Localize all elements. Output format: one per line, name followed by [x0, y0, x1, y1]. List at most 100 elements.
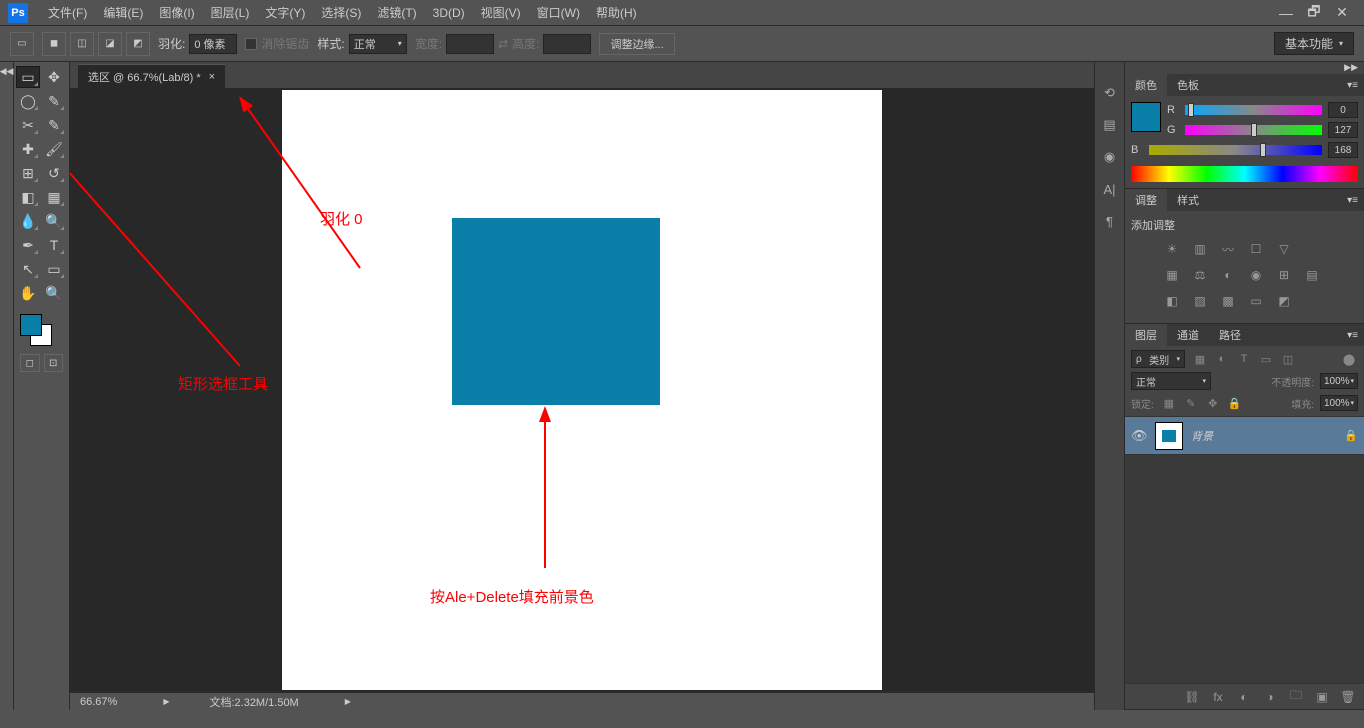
filter-shape-icon[interactable]: ▭: [1257, 350, 1275, 368]
quickmask-mode-icon[interactable]: ⊡: [44, 354, 64, 372]
gradient-map-icon[interactable]: ▭: [1245, 291, 1267, 311]
document-tab[interactable]: 选区 @ 66.7%(Lab/8) * ×: [78, 64, 225, 88]
eyedropper-tool[interactable]: ✎: [42, 114, 66, 136]
blend-mode-select[interactable]: 正常: [1131, 372, 1211, 390]
layer-name[interactable]: 背景: [1191, 428, 1213, 444]
balance-icon[interactable]: ⚖: [1189, 265, 1211, 285]
shape-tool[interactable]: ▭: [42, 258, 66, 280]
tab-styles[interactable]: 样式: [1167, 189, 1209, 211]
brightness-icon[interactable]: ☀: [1161, 239, 1183, 259]
selection-intersect-icon[interactable]: ◩: [126, 32, 150, 56]
close-icon[interactable]: ✕: [1328, 4, 1356, 21]
selective-color-icon[interactable]: ◩: [1273, 291, 1295, 311]
levels-icon[interactable]: ▥: [1189, 239, 1211, 259]
toolbar-collapse[interactable]: ◀◀: [0, 62, 14, 710]
tab-adjustments[interactable]: 调整: [1125, 189, 1167, 211]
tab-layers[interactable]: 图层: [1125, 324, 1167, 346]
layer-mask-icon[interactable]: ◐: [1234, 687, 1254, 707]
menu-view[interactable]: 视图(V): [473, 4, 529, 21]
type-tool[interactable]: T: [42, 234, 66, 256]
b-slider[interactable]: [1149, 145, 1322, 155]
layer-row[interactable]: 👁 背景 🔒: [1125, 417, 1364, 455]
filter-smart-icon[interactable]: ◫: [1279, 350, 1297, 368]
doc-info-menu-icon[interactable]: ▶: [345, 697, 351, 706]
fill-value[interactable]: 100%: [1320, 395, 1358, 411]
crop-tool[interactable]: ✂: [16, 114, 40, 136]
minimize-icon[interactable]: —: [1272, 5, 1300, 21]
standard-mode-icon[interactable]: ◻: [20, 354, 40, 372]
feather-input[interactable]: [189, 34, 237, 54]
menu-layer[interactable]: 图层(L): [203, 4, 258, 21]
layer-lock-icon[interactable]: 🔒: [1344, 429, 1358, 442]
canvas-viewport[interactable]: 羽化 0 按Ale+Delete填充前景色 矩形选框工具: [70, 88, 1094, 692]
g-slider[interactable]: [1185, 125, 1322, 135]
invert-icon[interactable]: ◧: [1161, 291, 1183, 311]
r-value[interactable]: 0: [1328, 102, 1358, 118]
doc-info[interactable]: 文档:2.32M/1.50M: [209, 694, 298, 710]
character-panel-icon[interactable]: A|: [1099, 178, 1121, 200]
healing-tool[interactable]: ✚: [16, 138, 40, 160]
menu-file[interactable]: 文件(F): [40, 4, 95, 21]
zoom-tool[interactable]: 🔍: [42, 282, 66, 304]
layers-panel-menu-icon[interactable]: ▾≡: [1341, 330, 1364, 341]
stamp-tool[interactable]: ⊞: [16, 162, 40, 184]
history-panel-icon[interactable]: ⟲: [1099, 82, 1121, 104]
threshold-icon[interactable]: ▩: [1217, 291, 1239, 311]
pen-tool[interactable]: ✒: [16, 234, 40, 256]
antialias-checkbox[interactable]: [245, 38, 257, 50]
dodge-tool[interactable]: 🔍: [42, 210, 66, 232]
lock-position-icon[interactable]: ✥: [1204, 394, 1222, 412]
selection-subtract-icon[interactable]: ◪: [98, 32, 122, 56]
maximize-icon[interactable]: 🗗: [1300, 1, 1328, 25]
zoom-level[interactable]: 66.67%: [80, 696, 117, 708]
zoom-menu-icon[interactable]: ▶: [163, 697, 169, 706]
menu-edit[interactable]: 编辑(E): [95, 4, 151, 21]
tab-paths[interactable]: 路径: [1209, 324, 1251, 346]
filter-type-icon[interactable]: T: [1235, 350, 1253, 368]
lasso-tool[interactable]: ◯: [16, 90, 40, 112]
lookup-icon[interactable]: ▤: [1301, 265, 1323, 285]
delete-layer-icon[interactable]: 🗑: [1338, 687, 1358, 707]
properties-panel-icon[interactable]: ▤: [1099, 114, 1121, 136]
color-spectrum[interactable]: [1131, 166, 1358, 182]
selection-new-icon[interactable]: ◼: [42, 32, 66, 56]
brush-panel-icon[interactable]: ◉: [1099, 146, 1121, 168]
layer-thumbnail[interactable]: [1155, 422, 1183, 450]
adjust-panel-menu-icon[interactable]: ▾≡: [1341, 195, 1364, 206]
group-layers-icon[interactable]: 🗀: [1286, 687, 1306, 707]
quick-select-tool[interactable]: ✎: [42, 90, 66, 112]
color-panel-menu-icon[interactable]: ▾≡: [1341, 80, 1364, 91]
filter-toggle-icon[interactable]: ⬤: [1340, 350, 1358, 368]
b-value[interactable]: 168: [1328, 142, 1358, 158]
style-select[interactable]: 正常: [349, 34, 407, 54]
adjustment-layer-icon[interactable]: ◑: [1260, 687, 1280, 707]
menu-3d[interactable]: 3D(D): [425, 6, 473, 20]
path-select-tool[interactable]: ↖: [16, 258, 40, 280]
link-layers-icon[interactable]: ⛓: [1182, 687, 1202, 707]
paragraph-panel-icon[interactable]: ¶: [1099, 210, 1121, 232]
menu-help[interactable]: 帮助(H): [588, 4, 645, 21]
canvas[interactable]: 羽化 0 按Ale+Delete填充前景色: [282, 90, 882, 690]
filter-adjust-icon[interactable]: ◐: [1213, 350, 1231, 368]
foreground-color-swatch[interactable]: [20, 314, 42, 336]
selection-add-icon[interactable]: ◫: [70, 32, 94, 56]
workspace-switcher[interactable]: 基本功能: [1274, 32, 1354, 55]
curves-icon[interactable]: 〰: [1217, 239, 1239, 259]
tab-channels[interactable]: 通道: [1167, 324, 1209, 346]
layer-visibility-icon[interactable]: 👁: [1131, 428, 1147, 444]
lock-all-icon[interactable]: 🔒: [1226, 394, 1244, 412]
brush-tool[interactable]: 🖌: [42, 138, 66, 160]
lock-transparent-icon[interactable]: ▦: [1160, 394, 1178, 412]
posterize-icon[interactable]: ▨: [1189, 291, 1211, 311]
photo-filter-icon[interactable]: ◉: [1245, 265, 1267, 285]
opacity-value[interactable]: 100%: [1320, 373, 1358, 389]
r-slider[interactable]: [1185, 105, 1322, 115]
lock-pixels-icon[interactable]: ✎: [1182, 394, 1200, 412]
layer-filter-select[interactable]: ρ 类别: [1131, 350, 1185, 368]
exposure-icon[interactable]: ☐: [1245, 239, 1267, 259]
layer-fx-icon[interactable]: fx: [1208, 687, 1228, 707]
move-tool[interactable]: ✥: [42, 66, 66, 88]
menu-window[interactable]: 窗口(W): [529, 4, 588, 21]
menu-image[interactable]: 图像(I): [151, 4, 202, 21]
refine-edge-button[interactable]: 调整边缘...: [599, 33, 674, 55]
